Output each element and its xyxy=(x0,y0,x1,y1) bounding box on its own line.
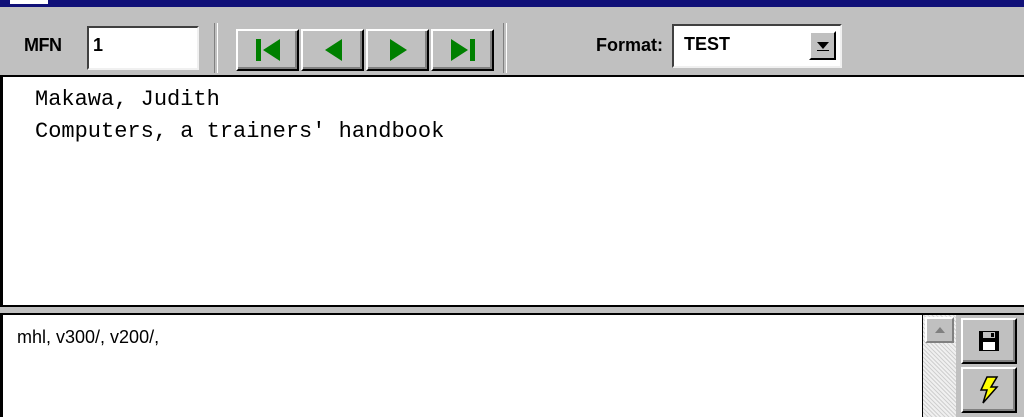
lightning-icon xyxy=(979,376,999,404)
chevron-up-icon xyxy=(934,327,945,333)
execute-button[interactable] xyxy=(961,367,1017,413)
mfn-label: MFN xyxy=(24,35,62,55)
previous-record-button[interactable] xyxy=(301,29,364,71)
first-record-button[interactable] xyxy=(236,29,299,71)
last-record-icon xyxy=(450,39,475,61)
save-button[interactable] xyxy=(961,318,1017,364)
display-line-title: Computers, a trainers' handbook xyxy=(35,119,445,144)
format-dropdown-button[interactable] xyxy=(809,31,836,60)
format-expression: mhl, v300/, v200/, xyxy=(17,327,160,347)
editor-scrollbar[interactable] xyxy=(922,315,956,417)
editor-side-panel xyxy=(956,315,1024,417)
next-record-icon xyxy=(389,39,407,61)
mfn-input[interactable]: 1 xyxy=(87,26,199,70)
toolbar-separator xyxy=(214,23,218,73)
toolbar-separator xyxy=(503,23,507,73)
first-record-icon xyxy=(255,39,280,61)
chevron-down-icon xyxy=(816,41,829,51)
pane-splitter[interactable] xyxy=(0,305,1024,315)
record-display-pane: Makawa, Judith Computers, a trainers' ha… xyxy=(0,77,1024,305)
last-record-button[interactable] xyxy=(431,29,494,71)
display-line-author: Makawa, Judith xyxy=(35,87,220,112)
previous-record-icon xyxy=(324,39,342,61)
window-title-bar xyxy=(0,0,1024,7)
format-value: TEST xyxy=(684,34,731,54)
floppy-disk-icon xyxy=(979,331,999,351)
toolbar: MFN 1 Format: TEST xyxy=(0,7,1024,77)
system-menu-stub xyxy=(10,0,48,4)
format-label: Format: xyxy=(596,35,663,55)
format-editor[interactable]: mhl, v300/, v200/, xyxy=(0,315,940,417)
next-record-button[interactable] xyxy=(366,29,429,71)
format-select[interactable]: TEST xyxy=(672,24,842,68)
format-test-window: MFN 1 Format: TEST Makawa, Judith Comput… xyxy=(0,0,1024,417)
scroll-up-button[interactable] xyxy=(925,317,954,343)
